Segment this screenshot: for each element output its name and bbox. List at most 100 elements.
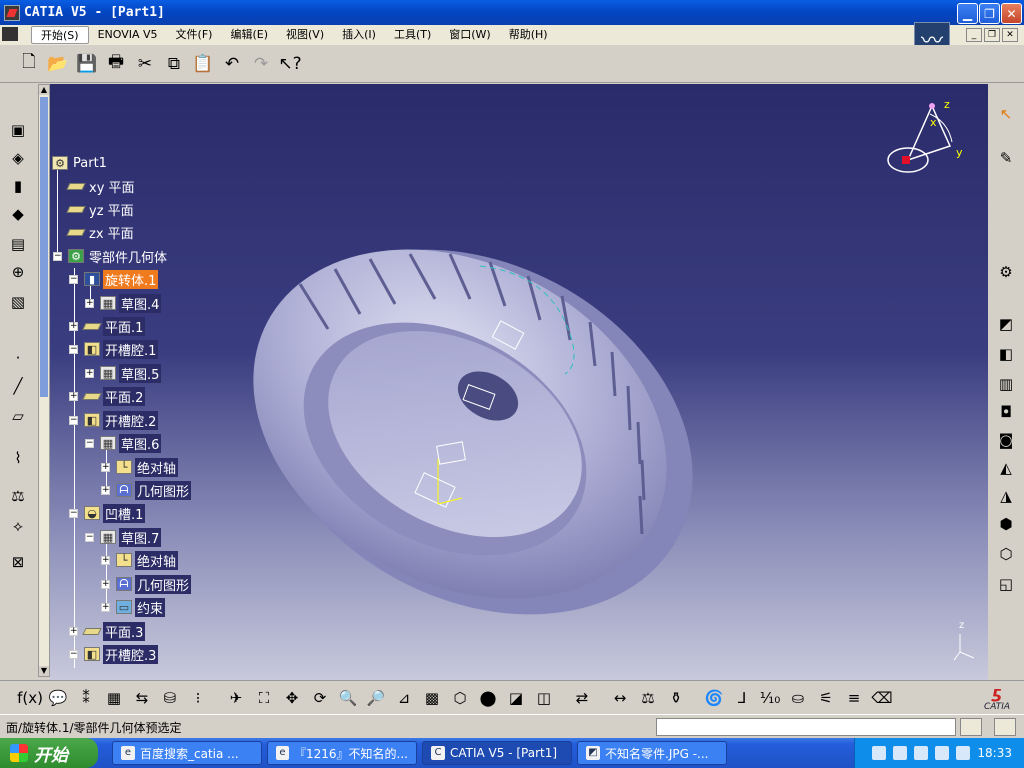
mdi-close-button[interactable]: ✕ <box>1002 28 1018 42</box>
swap-space-icon[interactable]: ◫ <box>532 686 556 710</box>
shaft-icon[interactable]: ▮ <box>6 174 30 198</box>
tree-item-part-body[interactable]: ⚙ 零部件几何体 <box>68 246 169 266</box>
fly-mode-icon[interactable]: ✈ <box>224 686 248 710</box>
menu-file[interactable]: 文件(F) <box>167 26 222 44</box>
tree-item-slot-1[interactable]: ◧ 开槽腔.1 <box>84 339 159 359</box>
menu-edit[interactable]: 编辑(E) <box>221 26 277 44</box>
tree-item-geometry[interactable]: ᗩ 几何图形 <box>116 480 192 500</box>
select-icon[interactable]: ↖ <box>994 102 1018 126</box>
draft-icon[interactable]: ▥ <box>994 372 1018 396</box>
mdi-minimize-button[interactable]: _ <box>966 28 982 42</box>
tree-item-slot-2[interactable]: ◧ 开槽腔.2 <box>84 410 159 430</box>
paste-icon[interactable]: 📋 <box>192 53 214 75</box>
tree-item-absolute-axis[interactable]: └ 绝对轴 <box>116 457 179 477</box>
tree-item-xy-plane[interactable]: xy 平面 <box>66 176 137 196</box>
scroll-down-arrow-icon[interactable]: ▼ <box>39 666 49 676</box>
help-icon[interactable] <box>893 746 908 760</box>
print-icon[interactable]: 🖶 <box>105 52 127 75</box>
sketcher-icon[interactable]: ✎ <box>994 146 1018 170</box>
edge-fillet-icon[interactable]: ◮ <box>994 484 1018 508</box>
menu-start[interactable]: 开始(S) <box>31 26 89 44</box>
expand-toggle[interactable]: + <box>101 603 110 612</box>
collapse-toggle[interactable]: − <box>53 252 62 261</box>
tree-item-groove-1[interactable]: ◒ 凹槽.1 <box>84 503 146 523</box>
parameters-icon[interactable]: ⇆ <box>130 686 154 710</box>
box-icon[interactable]: ▧ <box>6 290 30 314</box>
expand-toggle[interactable]: + <box>101 580 110 589</box>
collapse-toggle[interactable]: − <box>69 509 78 518</box>
keyboard-icon[interactable] <box>872 746 887 760</box>
tree-item-sketch-6[interactable]: ▦ 草图.6 <box>100 433 162 453</box>
tree-item-plane-1[interactable]: 平面.1 <box>82 316 146 336</box>
status-button-2[interactable] <box>994 718 1016 736</box>
measure-between-icon[interactable]: ↔ <box>608 686 632 710</box>
collapse-toggle[interactable]: − <box>69 275 78 284</box>
status-button-1[interactable] <box>960 718 982 736</box>
expand-toggle[interactable]: + <box>101 486 110 495</box>
pad-icon[interactable]: ▣ <box>6 118 30 142</box>
undo-icon[interactable]: ↶ <box>221 53 243 75</box>
catia-app-icon[interactable] <box>4 4 20 21</box>
menu-app-icon[interactable] <box>0 26 31 44</box>
tree-item-zx-plane[interactable]: zx 平面 <box>66 222 136 242</box>
collapse-toggle[interactable]: − <box>85 439 94 448</box>
expand-toggle[interactable]: + <box>101 463 110 472</box>
catalog-icon[interactable]: ⛁ <box>158 686 182 710</box>
point-icon[interactable]: · <box>6 346 30 370</box>
tree-item-sketch-4[interactable]: ▦ 草图.4 <box>100 293 162 313</box>
expand-toggle[interactable]: + <box>69 322 78 331</box>
mdi-restore-button[interactable]: ❐ <box>984 28 1000 42</box>
menu-tools[interactable]: 工具(T) <box>385 26 440 44</box>
sketch-icon[interactable]: ⌇ <box>6 446 30 470</box>
tree-item-slot-3[interactable]: ◧ 开槽腔.3 <box>84 644 159 664</box>
tree-item-absolute-axis-2[interactable]: └ 绝对轴 <box>116 550 179 570</box>
tree-item-geometry-2[interactable]: ᗩ 几何图形 <box>116 574 192 594</box>
scroll-thumb[interactable] <box>40 97 48 397</box>
measure-icon[interactable]: ⚖ <box>6 484 30 508</box>
expand-toggle[interactable]: + <box>101 556 110 565</box>
apply-material-icon[interactable]: ◱ <box>994 572 1018 596</box>
expand-toggle[interactable]: + <box>85 299 94 308</box>
task-forum[interactable]: e 『1216』不知名的... <box>267 741 417 765</box>
task-baidu[interactable]: e 百度搜索_catia ... <box>112 741 262 765</box>
multi-section-icon[interactable]: ▤ <box>6 232 30 256</box>
volume-icon[interactable] <box>935 746 950 760</box>
task-catia[interactable]: C CATIA V5 - [Part1] <box>422 741 572 765</box>
save-icon[interactable]: 💾 <box>76 53 98 75</box>
maximize-button[interactable]: ❐ <box>979 3 1000 24</box>
transform-icon[interactable]: ⬡ <box>994 542 1018 566</box>
collapse-toggle[interactable]: − <box>85 533 94 542</box>
tree-scrollbar[interactable]: ▲ ▼ <box>38 84 50 677</box>
start-button[interactable]: 开始 <box>0 738 98 768</box>
plane-icon[interactable]: ▱ <box>6 404 30 428</box>
normal-view-icon[interactable]: ⊿ <box>392 686 416 710</box>
close-button[interactable]: ✕ <box>1001 3 1022 24</box>
tree-root[interactable]: ⚙ Part1 <box>52 153 109 173</box>
constraint-icon[interactable]: ⟡ <box>6 514 30 538</box>
snap-icon[interactable]: ⊠ <box>6 550 30 574</box>
task-image[interactable]: ◩ 不知名零件.JPG -... <box>577 741 727 765</box>
multi-view-icon[interactable]: ▩ <box>420 686 444 710</box>
update-icon[interactable]: ⇄ <box>570 686 594 710</box>
knowledge-icon[interactable]: ⁝ <box>186 686 210 710</box>
scroll-up-arrow-icon[interactable]: ▲ <box>39 85 49 95</box>
cut-icon[interactable]: ✂ <box>134 53 156 75</box>
spiral-icon[interactable]: 🌀 <box>702 686 726 710</box>
qq-icon[interactable] <box>956 746 971 760</box>
menu-insert[interactable]: 插入(I) <box>333 26 385 44</box>
expand-toggle[interactable]: + <box>69 627 78 636</box>
rib-icon[interactable]: ◆ <box>6 202 30 226</box>
expand-toggle[interactable]: + <box>85 369 94 378</box>
hole-icon[interactable]: ◙ <box>994 428 1018 452</box>
tree-item-sketch-7[interactable]: ▦ 草图.7 <box>100 527 162 547</box>
tree-item-sketch-5[interactable]: ▦ 草图.5 <box>100 363 162 383</box>
measure-item-icon[interactable]: ⚖ <box>636 686 660 710</box>
zoom-out-icon[interactable]: 🔎 <box>364 686 388 710</box>
scale-icon[interactable]: ⅒ <box>758 686 782 710</box>
table-icon[interactable]: ▦ <box>102 686 126 710</box>
minimize-button[interactable]: ▁ <box>957 3 978 24</box>
menu-help[interactable]: 帮助(H) <box>500 26 557 44</box>
axis-system-icon[interactable]: ⅃ <box>730 686 754 710</box>
measure-inertia-icon[interactable]: ⚱ <box>664 686 688 710</box>
whats-this-icon[interactable]: ↖? <box>278 53 301 75</box>
